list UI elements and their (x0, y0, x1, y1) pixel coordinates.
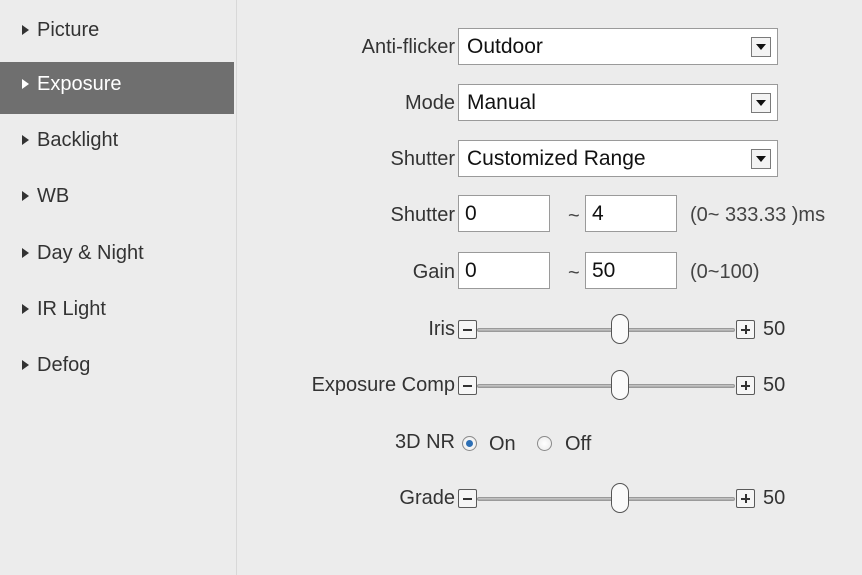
dropdown-arrow-icon[interactable] (751, 149, 771, 169)
dropdown-arrow-icon[interactable] (751, 93, 771, 113)
settings-sidebar: Picture Exposure Backlight WB Day & Nigh… (0, 0, 237, 575)
3d-nr-off-label: Off (565, 433, 592, 455)
range-separator: ~ (568, 205, 580, 227)
select-value: Manual (467, 90, 536, 114)
grade-increase-button[interactable] (736, 489, 755, 508)
sidebar-item-wb[interactable]: WB (0, 174, 234, 226)
anti-flicker-select[interactable]: Outdoor (458, 28, 778, 65)
exposure-comp-increase-button[interactable] (736, 376, 755, 395)
gain-max-input[interactable] (585, 252, 677, 289)
shutter-range-label: Shutter (390, 204, 455, 226)
exposure-comp-slider-thumb[interactable] (611, 370, 629, 400)
iris-increase-button[interactable] (736, 320, 755, 339)
expand-arrow-icon (22, 79, 29, 89)
shutter-range-hint: (0~ 333.33 )ms (690, 204, 826, 226)
grade-decrease-button[interactable] (458, 489, 477, 508)
expand-arrow-icon (22, 25, 29, 35)
grade-slider-thumb[interactable] (611, 483, 629, 513)
expand-arrow-icon (22, 191, 29, 201)
sidebar-item-day-night[interactable]: Day & Night (0, 231, 234, 283)
range-separator: ~ (568, 262, 580, 284)
sidebar-item-backlight[interactable]: Backlight (0, 118, 234, 170)
3d-nr-label: 3D NR (394, 431, 455, 453)
sidebar-item-picture[interactable]: Picture (0, 8, 234, 60)
dropdown-arrow-icon[interactable] (751, 37, 771, 57)
3d-nr-on-radio[interactable] (462, 436, 477, 451)
grade-value: 50 (763, 487, 786, 509)
sidebar-item-ir-light[interactable]: IR Light (0, 287, 234, 339)
expand-arrow-icon (22, 248, 29, 258)
grade-slider-track[interactable] (477, 497, 735, 501)
shutter-min-input[interactable] (458, 195, 550, 232)
sidebar-item-label: Day & Night (37, 241, 144, 264)
iris-slider-thumb[interactable] (611, 314, 629, 344)
sidebar-item-label: IR Light (37, 297, 106, 320)
select-value: Outdoor (467, 34, 543, 58)
exposure-comp-label: Exposure Comp (311, 374, 455, 396)
expand-arrow-icon (22, 135, 29, 145)
3d-nr-off-radio[interactable] (537, 436, 552, 451)
grade-label: Grade (399, 487, 455, 509)
expand-arrow-icon (22, 360, 29, 370)
sidebar-item-label: Backlight (37, 128, 119, 151)
shutter-max-input[interactable] (585, 195, 677, 232)
mode-select[interactable]: Manual (458, 84, 778, 121)
iris-decrease-button[interactable] (458, 320, 477, 339)
gain-label: Gain (412, 261, 455, 283)
shutter-mode-label: Shutter (390, 148, 455, 170)
sidebar-item-label: Picture (37, 18, 100, 41)
iris-label: Iris (428, 318, 455, 340)
select-value: Customized Range (467, 146, 646, 170)
exposure-comp-slider-track[interactable] (477, 384, 735, 388)
gain-range-hint: (0~100) (690, 261, 760, 283)
exposure-comp-decrease-button[interactable] (458, 376, 477, 395)
iris-slider-track[interactable] (477, 328, 735, 332)
gain-min-input[interactable] (458, 252, 550, 289)
sidebar-item-defog[interactable]: Defog (0, 343, 234, 395)
expand-arrow-icon (22, 304, 29, 314)
mode-label: Mode (404, 92, 455, 114)
shutter-mode-select[interactable]: Customized Range (458, 140, 778, 177)
sidebar-item-label: Exposure (37, 72, 122, 95)
sidebar-item-label: WB (37, 184, 70, 207)
iris-value: 50 (763, 318, 786, 340)
sidebar-item-exposure[interactable]: Exposure (0, 62, 234, 114)
exposure-comp-value: 50 (763, 374, 786, 396)
3d-nr-on-label: On (489, 433, 516, 455)
anti-flicker-label: Anti-flicker (361, 36, 455, 58)
sidebar-item-label: Defog (37, 353, 91, 376)
